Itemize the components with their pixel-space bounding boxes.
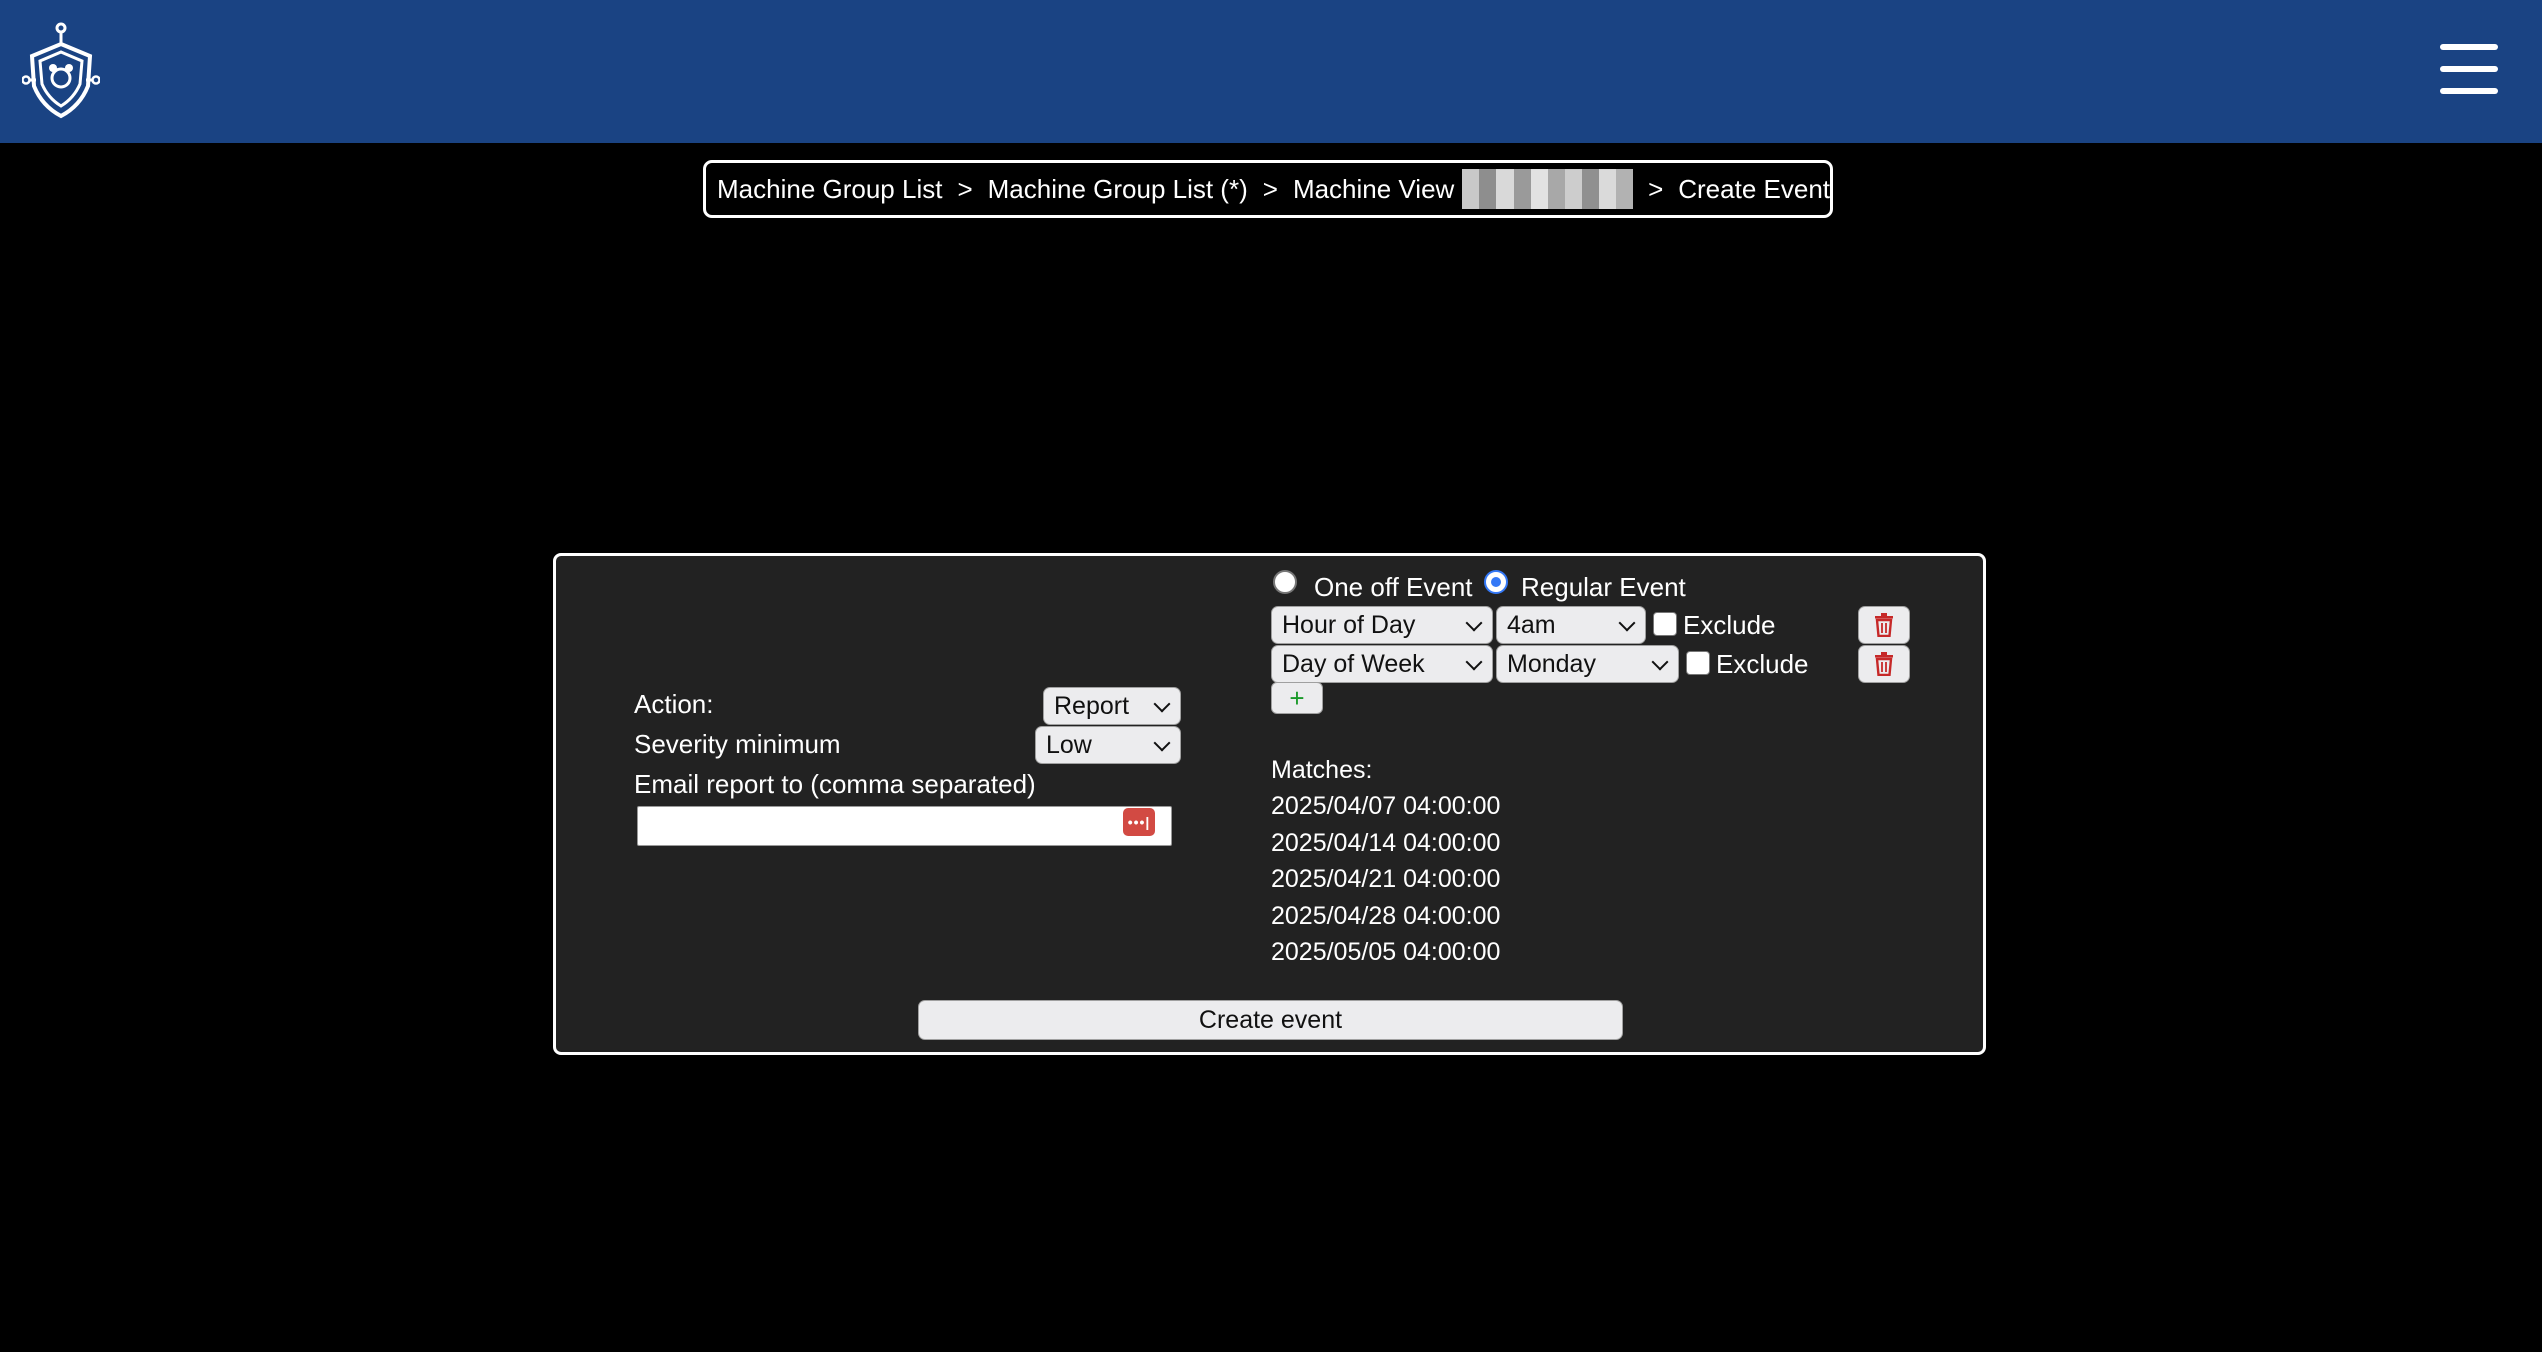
rule-value: Monday xyxy=(1507,649,1596,678)
chevron-down-icon xyxy=(1153,734,1171,752)
match-item: 2025/05/05 04:00:00 xyxy=(1271,938,1501,966)
severity-select[interactable]: Low xyxy=(1035,726,1181,764)
one-off-event-radio[interactable] xyxy=(1273,570,1297,594)
hamburger-menu-icon[interactable] xyxy=(2440,44,2498,94)
severity-select-value: Low xyxy=(1046,730,1092,759)
exclude-label: Exclude xyxy=(1683,610,1776,640)
breadcrumb-separator: > xyxy=(957,173,973,204)
create-event-button[interactable]: Create event xyxy=(918,1000,1623,1040)
top-bar xyxy=(0,0,2542,143)
exclude-label: Exclude xyxy=(1716,649,1809,679)
exclude-checkbox-2[interactable] xyxy=(1686,651,1710,675)
chevron-down-icon xyxy=(1465,614,1483,632)
delete-rule-button-2[interactable] xyxy=(1858,645,1910,683)
match-item: 2025/04/07 04:00:00 xyxy=(1271,792,1501,820)
breadcrumb-machine-group-list[interactable]: Machine Group List xyxy=(717,174,942,205)
add-rule-button[interactable]: + xyxy=(1271,682,1323,714)
breadcrumb-separator: > xyxy=(1648,173,1664,204)
email-field[interactable] xyxy=(637,806,1172,846)
rule-type-select-1[interactable]: Hour of Day xyxy=(1271,606,1493,644)
breadcrumb: Machine Group List > Machine Group List … xyxy=(703,160,1833,218)
regular-event-label: Regular Event xyxy=(1521,572,1686,602)
password-manager-icon[interactable]: •••| xyxy=(1123,808,1155,836)
chevron-down-icon xyxy=(1618,614,1636,632)
chevron-down-icon xyxy=(1153,695,1171,713)
breadcrumb-create-event: Create Event xyxy=(1678,173,1830,204)
email-label: Email report to (comma separated) xyxy=(634,769,1036,799)
regular-event-radio[interactable] xyxy=(1484,570,1508,594)
rule-value: 4am xyxy=(1507,610,1556,639)
breadcrumb-machine-view[interactable]: Machine View xyxy=(1293,174,1454,205)
rule-type-value: Day of Week xyxy=(1282,649,1425,678)
trash-icon xyxy=(1875,652,1893,676)
matches-label: Matches: xyxy=(1271,756,1373,784)
chevron-down-icon xyxy=(1465,653,1483,671)
rule-type-select-2[interactable]: Day of Week xyxy=(1271,645,1493,683)
rule-type-value: Hour of Day xyxy=(1282,610,1416,639)
exclude-checkbox-1[interactable] xyxy=(1653,612,1677,636)
trash-icon xyxy=(1875,613,1893,637)
match-item: 2025/04/28 04:00:00 xyxy=(1271,902,1501,930)
match-item: 2025/04/21 04:00:00 xyxy=(1271,865,1501,893)
rule-value-select-2[interactable]: Monday xyxy=(1496,645,1679,683)
shield-circuit-logo-icon[interactable] xyxy=(22,22,100,120)
rule-value-select-1[interactable]: 4am xyxy=(1496,606,1646,644)
delete-rule-button-1[interactable] xyxy=(1858,606,1910,644)
breadcrumb-machine-group-list-filtered[interactable]: Machine Group List (*) xyxy=(988,174,1248,205)
action-select[interactable]: Report xyxy=(1043,687,1181,725)
action-select-value: Report xyxy=(1054,691,1130,720)
create-event-panel: Action: Report Severity minimum Low Emai… xyxy=(553,553,1986,1055)
match-item: 2025/04/14 04:00:00 xyxy=(1271,829,1501,857)
chevron-down-icon xyxy=(1651,653,1669,671)
severity-label: Severity minimum xyxy=(634,729,841,759)
breadcrumb-separator: > xyxy=(1262,173,1278,204)
redacted-machine-name xyxy=(1462,169,1634,209)
action-label: Action: xyxy=(634,689,714,719)
one-off-event-label: One off Event xyxy=(1314,572,1473,602)
